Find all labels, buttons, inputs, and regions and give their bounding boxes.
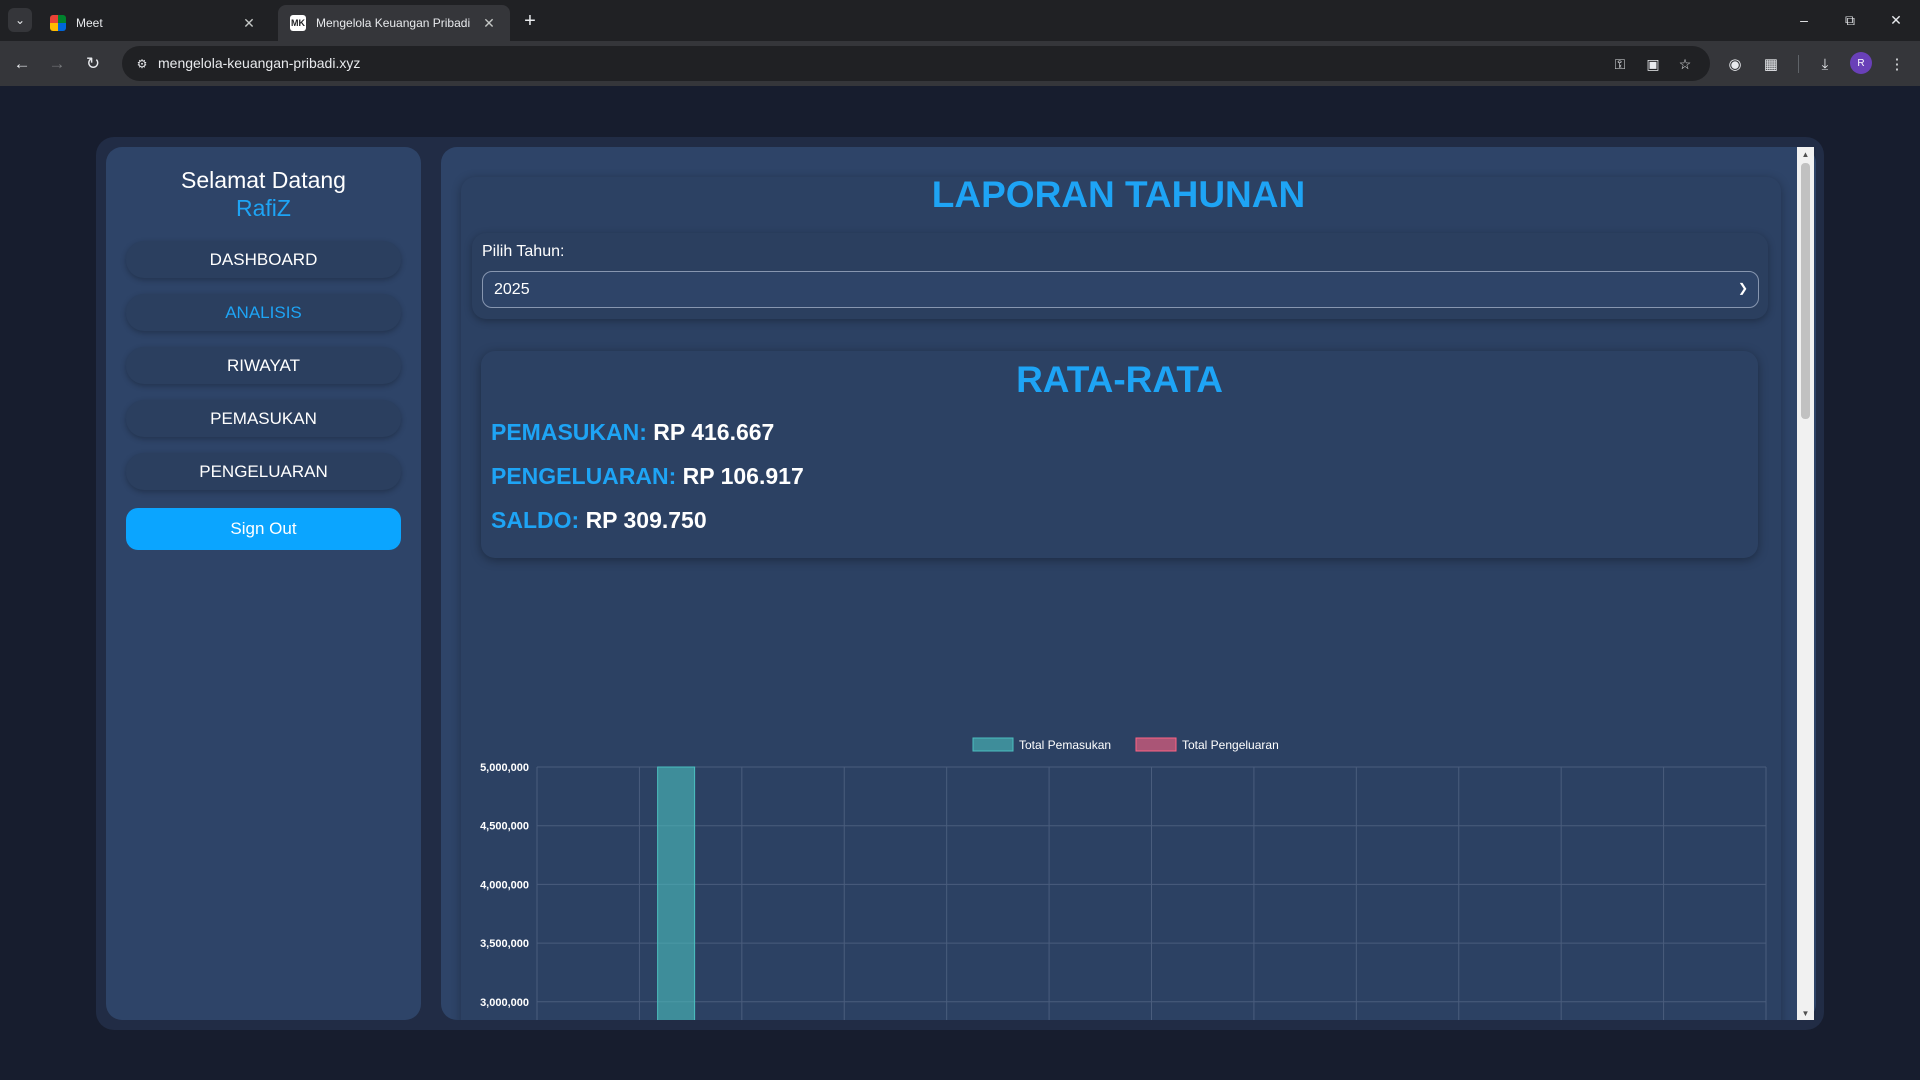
bookmark-star-icon[interactable]: ☆ — [1673, 52, 1697, 76]
password-key-icon[interactable]: ⚿ — [1608, 52, 1632, 76]
page-title: LAPORAN TAHUNAN — [931, 174, 1306, 215]
nav-item-riwayat[interactable]: RIWAYAT — [126, 347, 401, 384]
averages-title: RATA-RATA — [1016, 359, 1223, 400]
tab-mengelola-keuangan[interactable]: MK Mengelola Keuangan Pribadi ✕ — [278, 5, 510, 41]
average-income-value: RP 416.667 — [653, 419, 775, 445]
url-text[interactable]: mengelola-keuangan-pribadi.xyz — [158, 55, 360, 71]
y-tick-label: 4,000,000 — [480, 879, 529, 891]
y-tick-label: 5,000,000 — [480, 762, 529, 774]
restore-icon[interactable]: ⧉ — [1838, 8, 1862, 32]
annual-bar-chart: 5,000,000 4,500,000 4,000,000 3,500,000 3,00… — [480, 737, 1767, 1020]
y-tick-label: 4,500,000 — [480, 821, 529, 833]
new-tab-plus-icon[interactable]: + — [518, 9, 542, 33]
window-close-icon[interactable]: ✕ — [1884, 8, 1908, 32]
year-select[interactable]: 2025 ❯ — [482, 271, 1759, 308]
average-balance-value: RP 309.750 — [585, 507, 707, 533]
main-content: LAPORAN TAHUNAN Pilih Tahun: 2025 ❯ RATA… — [441, 147, 1816, 1020]
reload-icon[interactable]: ↻ — [80, 51, 106, 77]
browser-toolbar: ← → ↻ ⚙ mengelola-keuangan-pribadi.xyz ⚿… — [0, 41, 1920, 86]
average-income-row: PEMASUKAN: RP 416.667 — [491, 419, 774, 446]
year-select-value: 2025 — [494, 280, 530, 298]
average-balance-row: SALDO: RP 309.750 — [491, 507, 707, 534]
scrollbar-thumb[interactable] — [1801, 163, 1810, 419]
average-expense-row: PENGELUARAN: RP 106.917 — [491, 463, 804, 490]
site-info-icon[interactable]: ⚙ — [130, 52, 154, 76]
legend-swatch — [1135, 737, 1177, 752]
scroll-up-arrow-icon[interactable]: ▲ — [1797, 147, 1814, 161]
year-label: Pilih Tahun: — [482, 243, 565, 260]
scroll-down-arrow-icon[interactable]: ▼ — [1797, 1006, 1814, 1020]
close-icon[interactable]: ✕ — [480, 15, 498, 32]
sidebar: Selamat Datang RafiZ DASHBOARD ANALISIS … — [106, 147, 421, 1020]
nav-item-analisis[interactable]: ANALISIS — [126, 294, 401, 331]
meet-favicon-icon — [50, 15, 66, 31]
tab-search-chevron-icon[interactable]: ⌄ — [8, 8, 32, 32]
y-tick-label: 3,500,000 — [480, 938, 529, 950]
nav-item-dashboard[interactable]: DASHBOARD — [126, 241, 401, 278]
tab-title: Mengelola Keuangan Pribadi — [316, 16, 471, 30]
tab-meet[interactable]: Meet ✕ — [38, 5, 270, 41]
tab-title: Meet — [76, 16, 103, 30]
browser-tab-bar: ⌄ Meet ✕ MK Mengelola Keuangan Pribadi ✕… — [0, 0, 1920, 41]
close-icon[interactable]: ✕ — [240, 15, 258, 32]
average-balance-label: SALDO: — [491, 507, 580, 533]
legend-swatch — [972, 737, 1014, 752]
average-income-label: PEMASUKAN: — [491, 419, 647, 445]
nav-item-pengeluaran[interactable]: PENGELUARAN — [126, 453, 401, 490]
download-icon[interactable]: ⤓ — [1812, 51, 1838, 77]
address-bar[interactable]: ⚙ mengelola-keuangan-pribadi.xyz ⚿ ▣ ☆ — [122, 46, 1710, 81]
legend-label: Total Pengeluaran — [1182, 738, 1279, 752]
welcome-heading: Selamat Datang — [181, 167, 346, 193]
toolbar-divider — [1798, 55, 1799, 73]
averages-panel: RATA-RATA PEMASUKAN: RP 416.667 PENGELUA… — [481, 351, 1758, 558]
extensions-puzzle-icon[interactable]: ▦ — [1758, 51, 1784, 77]
sign-out-button[interactable]: Sign Out — [126, 508, 401, 550]
average-expense-value: RP 106.917 — [682, 463, 804, 489]
back-arrow-icon[interactable]: ← — [9, 51, 35, 77]
average-expense-label: PENGELUARAN: — [491, 463, 677, 489]
year-picker-panel: Pilih Tahun: 2025 ❯ — [472, 233, 1768, 319]
profile-avatar[interactable]: R — [1850, 52, 1872, 74]
camera-icon[interactable]: ◉ — [1722, 51, 1748, 77]
username-label: RafiZ — [236, 195, 291, 221]
y-tick-label: 3,000,000 — [480, 997, 529, 1009]
chart-bar — [657, 766, 696, 1020]
install-app-icon[interactable]: ▣ — [1641, 52, 1665, 76]
legend-label: Total Pemasukan — [1019, 738, 1111, 752]
nav-item-pemasukan[interactable]: PEMASUKAN — [126, 400, 401, 437]
chevron-down-icon: ❯ — [1737, 281, 1748, 295]
page-scrollbar[interactable]: ▲ ▼ — [1797, 147, 1814, 1020]
forward-arrow-icon[interactable]: → — [44, 51, 70, 77]
menu-kebab-icon[interactable]: ⋮ — [1884, 51, 1910, 77]
minimize-icon[interactable]: – — [1792, 8, 1816, 32]
app-favicon-icon: MK — [290, 15, 306, 31]
